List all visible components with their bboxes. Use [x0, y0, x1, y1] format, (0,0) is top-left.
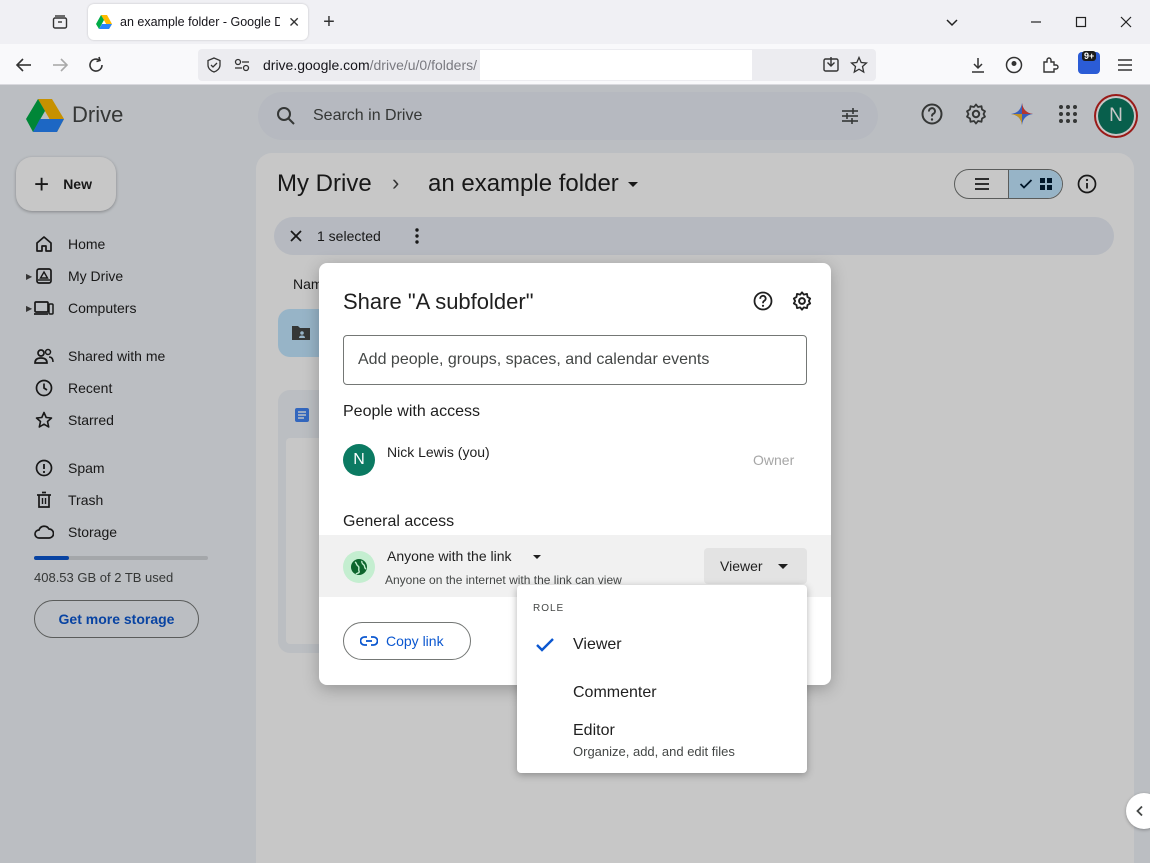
account-icon: [1005, 56, 1023, 74]
extensions-button[interactable]: [1037, 52, 1063, 78]
extension-badge-count: 9+: [1082, 51, 1097, 61]
maximize-icon: [1075, 16, 1087, 28]
url-domain: drive.google.com: [263, 57, 370, 73]
role-option-description: Organize, add, and edit files: [573, 744, 735, 759]
new-tab-button[interactable]: +: [316, 10, 342, 34]
hamburger-menu-icon: [1118, 59, 1132, 71]
role-dropdown-button[interactable]: Viewer: [704, 548, 807, 584]
close-icon: [1120, 16, 1132, 28]
back-arrow-icon: [15, 58, 31, 72]
copy-link-button[interactable]: Copy link: [343, 622, 471, 660]
role-option-label: Editor: [573, 722, 615, 739]
minimize-icon: [1031, 21, 1041, 23]
person-name: Nick Lewis (you): [387, 444, 490, 460]
puzzle-icon: [1043, 57, 1059, 73]
caret-down-icon: [778, 564, 788, 569]
chevron-down-icon: [946, 19, 958, 27]
url-bar[interactable]: drive.google.com/drive/u/0/folders/: [198, 49, 876, 81]
url-highlight: [480, 50, 752, 80]
chevron-left-icon: [1136, 805, 1143, 817]
avatar: N: [343, 444, 375, 476]
role-option-label: Viewer: [573, 636, 622, 653]
role-option-viewer[interactable]: Viewer: [517, 619, 807, 667]
people-with-access-heading: People with access: [343, 403, 480, 420]
close-window-button[interactable]: [1111, 10, 1141, 34]
app-menu-button[interactable]: [1112, 52, 1138, 78]
tab-list-button[interactable]: [44, 10, 76, 34]
owner-role-label: Owner: [753, 452, 795, 468]
url-text: drive.google.com/drive/u/0/folders/: [263, 57, 477, 73]
forward-button[interactable]: [47, 52, 73, 78]
tab-close-icon[interactable]: ✕: [288, 14, 300, 31]
link-access-caret-icon[interactable]: [533, 555, 541, 559]
maximize-button[interactable]: [1066, 10, 1096, 34]
gear-icon[interactable]: [792, 291, 812, 311]
browser-nav-bar: drive.google.com/drive/u/0/folders/: [0, 44, 1150, 85]
globe-icon: [343, 551, 375, 583]
drive-favicon-icon: [96, 15, 112, 29]
url-path: /drive/u/0/folders/: [369, 57, 478, 73]
general-access-heading: General access: [343, 513, 455, 530]
downloads-button[interactable]: [965, 52, 991, 78]
role-menu-heading: ROLE: [533, 603, 565, 614]
tab-list-icon: [52, 15, 68, 29]
account-button[interactable]: [1001, 52, 1027, 78]
link-icon: [360, 636, 378, 646]
browser-tab-active[interactable]: an example folder - Google Drive ✕: [88, 4, 308, 40]
shield-icon: [207, 57, 221, 73]
tab-overflow-button[interactable]: [937, 10, 967, 34]
reload-button[interactable]: [83, 52, 109, 78]
role-dropdown-label: Viewer: [720, 558, 763, 574]
role-option-editor[interactable]: Editor: [517, 715, 807, 771]
dialog-title: Share "A subfolder": [343, 289, 534, 314]
role-menu: ROLE Viewer Commenter Editor Organize, a…: [517, 585, 807, 773]
reload-icon: [89, 56, 103, 72]
link-access-dropdown[interactable]: Anyone with the link: [387, 548, 512, 564]
copy-link-label: Copy link: [386, 633, 444, 649]
help-icon[interactable]: [753, 291, 773, 311]
role-option-commenter[interactable]: Commenter: [517, 667, 807, 715]
back-button[interactable]: [11, 52, 37, 78]
tab-title: an example folder - Google Drive: [120, 15, 280, 29]
browser-tab-bar: an example folder - Google Drive ✕ +: [0, 0, 1150, 44]
role-option-label: Commenter: [573, 684, 657, 701]
download-icon: [972, 58, 984, 73]
site-settings-icon: [234, 58, 250, 72]
forward-arrow-icon: [53, 58, 69, 72]
save-to-pocket-icon[interactable]: [822, 56, 840, 74]
add-people-input[interactable]: [343, 335, 807, 385]
minimize-button[interactable]: [1021, 10, 1051, 34]
bookmark-star-icon[interactable]: [850, 56, 868, 74]
